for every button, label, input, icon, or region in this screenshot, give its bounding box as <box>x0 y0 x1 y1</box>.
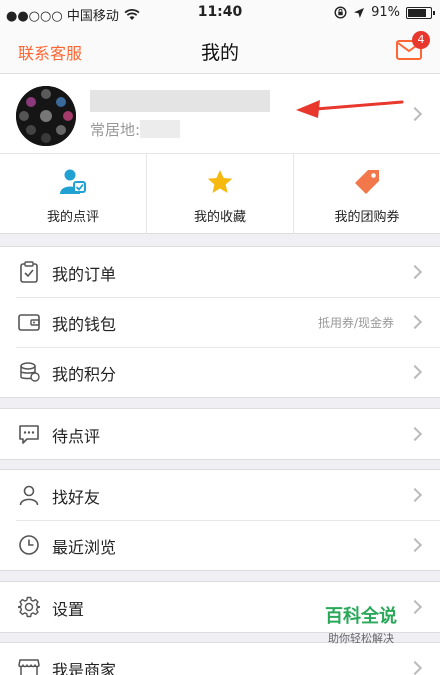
comment-bubble-icon <box>19 425 39 444</box>
menu-item-label: 我的积分 <box>52 365 117 384</box>
message-badge: 4 <box>412 31 430 49</box>
menu-group-social: 找好友 最近浏览 <box>0 469 440 571</box>
page-title: 我的 <box>200 42 239 64</box>
watermark: 百科全说 助你轻松解决 <box>306 602 416 650</box>
wallet-icon <box>18 314 40 331</box>
chevron-right-icon <box>407 106 423 122</box>
status-bar: ●●○○○ 中国移动 11:40 91% <box>0 0 440 26</box>
points-coins-icon <box>20 362 40 382</box>
username-blurred <box>90 90 270 112</box>
red-arrow-annotation <box>296 100 404 118</box>
menu-item-my-wallet[interactable]: 我的钱包 抵用券/现金券 <box>0 297 440 347</box>
menu-item-pending-reviews[interactable]: 待点评 <box>0 409 440 459</box>
user-review-icon <box>60 169 86 194</box>
avatar-image-icon <box>16 86 76 146</box>
chevron-right-icon <box>407 487 423 503</box>
star-icon <box>207 170 233 193</box>
menu-item-label: 待点评 <box>52 427 101 446</box>
clock-icon <box>19 535 39 555</box>
rotation-lock-icon <box>334 6 347 19</box>
chevron-right-icon <box>407 264 423 280</box>
gear-icon <box>18 596 40 618</box>
status-right: 91% <box>334 5 435 20</box>
message-button[interactable]: 4 <box>396 31 430 60</box>
menu-item-recent-views[interactable]: 最近浏览 <box>0 520 440 570</box>
battery-percent: 91% <box>371 5 400 20</box>
order-clipboard-icon <box>20 261 38 283</box>
coupon-tag-icon <box>355 170 379 194</box>
shop-icon <box>18 659 40 675</box>
menu-group-orders: 我的订单 我的钱包 抵用券/现金券 我的积分 <box>0 246 440 398</box>
watermark-title: 百科全说 <box>325 606 397 627</box>
residence-blurred <box>140 120 180 138</box>
chevron-right-icon <box>407 314 423 330</box>
chevron-right-icon <box>407 537 423 553</box>
menu-item-label: 找好友 <box>52 488 101 507</box>
residence-label: 常居地: <box>90 121 141 139</box>
menu-item-find-friends[interactable]: 找好友 <box>0 470 440 520</box>
person-icon <box>19 485 39 506</box>
menu-item-label: 我是商家 <box>52 661 117 675</box>
avatar[interactable] <box>16 86 76 146</box>
menu-item-my-points[interactable]: 我的积分 <box>0 347 440 397</box>
shortcut-my-reviews[interactable]: 我的点评 <box>0 154 146 233</box>
battery-icon <box>406 6 435 19</box>
menu-item-my-orders[interactable]: 我的订单 <box>0 247 440 297</box>
menu-item-subtext: 抵用券/现金券 <box>317 316 394 330</box>
location-arrow-icon <box>354 7 365 18</box>
menu-item-label: 我的钱包 <box>52 315 117 334</box>
nav-bar: 联系客服 我的 4 <box>0 26 440 74</box>
chevron-right-icon <box>407 364 423 380</box>
shortcut-label: 我的团购券 <box>334 210 400 225</box>
watermark-subtitle: 助你轻松解决 <box>328 632 394 645</box>
shortcut-my-favorites[interactable]: 我的收藏 <box>146 154 293 233</box>
chevron-right-icon <box>407 426 423 442</box>
shortcut-label: 我的收藏 <box>193 210 246 225</box>
menu-item-label: 我的订单 <box>52 265 117 284</box>
shortcut-my-coupons[interactable]: 我的团购券 <box>293 154 440 233</box>
menu-item-label: 最近浏览 <box>52 538 117 557</box>
shortcut-bar: 我的点评 我的收藏 我的团购券 <box>0 154 440 234</box>
shortcut-label: 我的点评 <box>46 210 99 225</box>
chevron-right-icon <box>407 660 423 675</box>
menu-group-pending: 待点评 <box>0 408 440 460</box>
menu-item-label: 设置 <box>52 600 85 619</box>
